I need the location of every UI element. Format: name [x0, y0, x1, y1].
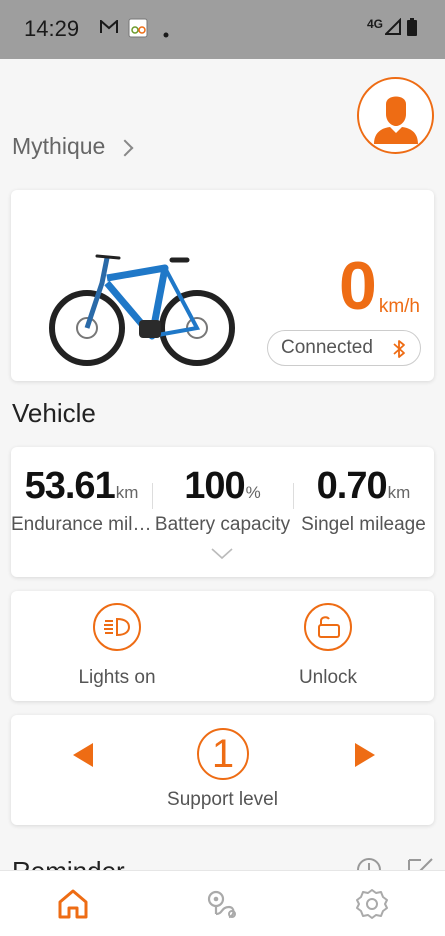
connection-status-button[interactable]: Connected: [267, 330, 421, 366]
signal-icon: [383, 17, 401, 41]
unlock-icon: [318, 616, 340, 638]
speed-readout: 0 km/h: [338, 248, 420, 324]
status-bar: 14:29 4G: [0, 0, 445, 59]
stat-label: Endurance mileage: [11, 514, 152, 535]
stat-value: 100: [184, 465, 245, 507]
bike-selector[interactable]: Mythique: [12, 133, 134, 160]
home-icon[interactable]: [56, 887, 90, 921]
connection-label: Connected: [281, 337, 373, 358]
stat-unit: %: [245, 483, 261, 502]
unlock-label: Unlock: [298, 667, 358, 688]
bluetooth-icon: [393, 340, 405, 358]
network-type: 4G: [366, 17, 383, 31]
stat-label: Battery capacity: [154, 514, 291, 535]
support-level-value: 1: [197, 728, 249, 780]
stat-value: 0.70: [316, 465, 388, 507]
controls-card: Lights on Unlock: [11, 591, 434, 701]
vehicle-stats-card: 53.61km Endurance mileage 100% Battery c…: [11, 447, 434, 577]
dot-indicator-icon: [163, 25, 169, 43]
unlock-button[interactable]: Unlock: [258, 603, 398, 689]
headlight-icon: [104, 617, 131, 637]
settings-icon[interactable]: [355, 887, 389, 921]
support-decrease-button[interactable]: [73, 743, 93, 767]
support-level-label: Support level: [167, 789, 278, 810]
stat-value: 53.61: [24, 465, 116, 507]
stat-unit: km: [115, 483, 139, 502]
chevron-right-icon: [116, 139, 134, 156]
lights-toggle-button[interactable]: Lights on: [47, 603, 187, 689]
vehicle-section-title: Vehicle: [12, 398, 96, 428]
chevron-down-icon[interactable]: [211, 547, 233, 561]
bike-name: Mythique: [12, 133, 106, 159]
profile-avatar-button[interactable]: [357, 77, 434, 154]
support-level-card: 1 Support level: [11, 715, 434, 825]
bike-status-card: 0 km/h Connected: [11, 190, 434, 381]
stat-label: Singel mileage: [301, 514, 426, 535]
battery-icon: [407, 18, 417, 41]
stat-endurance: 53.61km Endurance mileage: [11, 465, 152, 536]
speed-value: 0: [338, 248, 377, 324]
map-route-icon[interactable]: [205, 887, 241, 921]
user-avatar-icon: [373, 96, 418, 144]
support-increase-button[interactable]: [355, 743, 375, 767]
app-notification-icon: [128, 18, 148, 43]
stat-unit: km: [387, 483, 411, 502]
stat-single-mileage: 0.70km Singel mileage: [293, 465, 434, 536]
speed-unit: km/h: [378, 296, 420, 317]
status-time: 14:29: [24, 16, 80, 41]
lights-label: Lights on: [78, 667, 156, 688]
bike-image: [49, 254, 235, 366]
stat-battery: 100% Battery capacity: [152, 465, 293, 536]
gmail-icon: [100, 18, 118, 39]
bottom-navigation: [0, 870, 445, 936]
